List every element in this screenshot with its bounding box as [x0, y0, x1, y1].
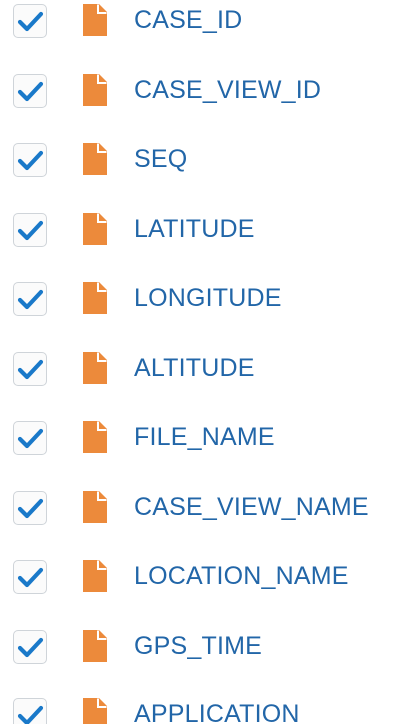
checkmark-icon: [17, 289, 44, 310]
field-row-location-name[interactable]: LOCATION_NAME: [0, 556, 398, 616]
field-row-file-name[interactable]: FILE_NAME: [0, 417, 398, 477]
checkmark-icon: [17, 498, 44, 519]
checkmark-icon: [17, 705, 44, 724]
checkmark-icon: [17, 567, 44, 588]
checkbox[interactable]: [13, 4, 47, 38]
field-label: GPS_TIME: [134, 632, 263, 660]
checkbox[interactable]: [13, 282, 47, 316]
checkmark-icon: [17, 11, 44, 32]
checkbox[interactable]: [13, 213, 47, 247]
checkbox[interactable]: [13, 630, 47, 664]
checkbox[interactable]: [13, 698, 47, 724]
field-label: CASE_VIEW_NAME: [134, 493, 369, 521]
field-label: LOCATION_NAME: [134, 562, 349, 590]
checkmark-icon: [17, 428, 44, 449]
file-icon: [82, 3, 108, 37]
field-label: LATITUDE: [134, 215, 255, 243]
field-list: CASE_ID CASE_VIEW_ID SEQ LATITUDE LONGIT…: [0, 0, 398, 724]
field-row-altitude[interactable]: ALTITUDE: [0, 348, 398, 408]
file-icon: [82, 281, 108, 315]
field-row-latitude[interactable]: LATITUDE: [0, 209, 398, 269]
field-label: APPLICATION: [134, 700, 300, 724]
field-label: CASE_VIEW_ID: [134, 76, 322, 104]
field-label: FILE_NAME: [134, 423, 275, 451]
field-label: ALTITUDE: [134, 354, 255, 382]
file-icon: [82, 212, 108, 246]
field-row-case-id[interactable]: CASE_ID: [0, 0, 398, 60]
file-icon: [82, 142, 108, 176]
checkbox[interactable]: [13, 143, 47, 177]
file-icon: [82, 420, 108, 454]
checkbox[interactable]: [13, 560, 47, 594]
field-row-case-view-name[interactable]: CASE_VIEW_NAME: [0, 487, 398, 547]
field-label: SEQ: [134, 145, 188, 173]
field-row-case-view-id[interactable]: CASE_VIEW_ID: [0, 70, 398, 130]
checkmark-icon: [17, 359, 44, 380]
file-icon: [82, 559, 108, 593]
checkbox[interactable]: [13, 421, 47, 455]
field-row-application[interactable]: APPLICATION: [0, 694, 398, 724]
file-icon: [82, 73, 108, 107]
checkbox[interactable]: [13, 491, 47, 525]
checkmark-icon: [17, 637, 44, 658]
checkmark-icon: [17, 150, 44, 171]
field-label: CASE_ID: [134, 6, 243, 34]
field-row-longitude[interactable]: LONGITUDE: [0, 278, 398, 338]
field-row-seq[interactable]: SEQ: [0, 139, 398, 199]
file-icon: [82, 490, 108, 524]
file-icon: [82, 697, 108, 724]
field-label: LONGITUDE: [134, 284, 282, 312]
file-icon: [82, 351, 108, 385]
checkmark-icon: [17, 220, 44, 241]
checkmark-icon: [17, 81, 44, 102]
checkbox[interactable]: [13, 352, 47, 386]
field-row-gps-time[interactable]: GPS_TIME: [0, 626, 398, 686]
file-icon: [82, 629, 108, 663]
checkbox[interactable]: [13, 74, 47, 108]
